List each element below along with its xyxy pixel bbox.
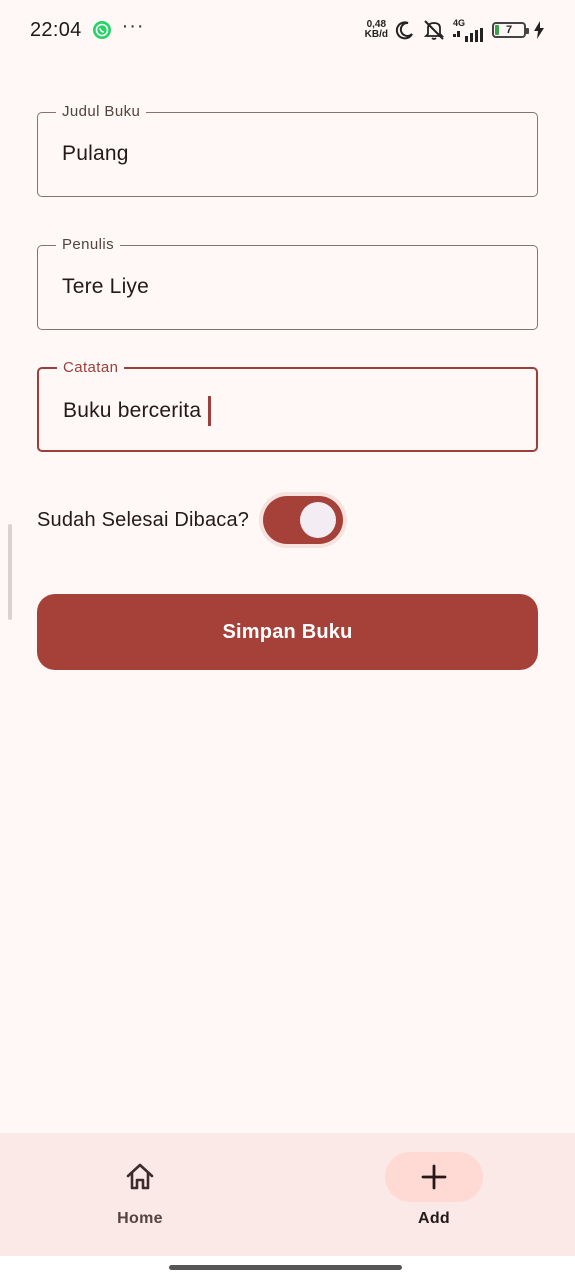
gesture-area: [0, 1256, 575, 1280]
author-field-label: Penulis: [56, 236, 120, 253]
author-field-value: Tere Liye: [62, 275, 150, 298]
plus-icon: [421, 1164, 447, 1190]
network-type: 4G: [453, 17, 466, 28]
notes-field-value-wrap: Buku bercerita: [63, 396, 211, 426]
text-cursor: [208, 396, 211, 426]
mute-icon: [423, 20, 445, 40]
nav-home-indicator: [91, 1152, 189, 1202]
more-notifications-icon: ···: [121, 15, 145, 37]
author-field[interactable]: Penulis Tere Liye: [37, 236, 538, 330]
battery-icon: 7: [492, 22, 529, 38]
battery-percent: 7: [505, 24, 513, 36]
notes-field-label: Catatan: [57, 359, 125, 376]
nav-item-home[interactable]: Home: [40, 1133, 240, 1256]
nav-item-add[interactable]: Add: [334, 1133, 534, 1256]
status-bar: 22:04 ··· 0,48 KB/d 4G 7: [0, 0, 575, 60]
home-icon: [126, 1163, 154, 1190]
speed-unit: KB/d: [364, 29, 388, 40]
finished-row: Sudah Selesai Dibaca?: [37, 494, 344, 546]
finished-label: Sudah Selesai Dibaca?: [37, 508, 250, 531]
title-field[interactable]: Judul Buku Pulang: [37, 103, 538, 197]
whatsapp-icon: [92, 21, 111, 39]
switch-thumb: [300, 502, 337, 538]
nav-add-label: Add: [417, 1210, 450, 1227]
bottom-navigation: Home Add: [0, 1133, 575, 1256]
save-book-button[interactable]: Simpan Buku: [37, 594, 538, 670]
signal-group: 4G: [453, 17, 485, 42]
signal-icon: [453, 27, 483, 42]
finished-switch[interactable]: [263, 496, 344, 544]
nav-add-indicator: [385, 1152, 483, 1202]
network-speed: 0,48 KB/d: [365, 20, 388, 40]
status-time: 22:04: [30, 18, 82, 41]
title-field-value: Pulang: [62, 142, 129, 165]
title-field-label: Judul Buku: [56, 103, 147, 120]
status-right: 0,48 KB/d 4G 7: [365, 17, 545, 42]
battery-level: [495, 25, 499, 35]
charging-icon: [534, 21, 544, 39]
nav-home-label: Home: [117, 1210, 163, 1227]
notes-field[interactable]: Catatan Buku bercerita: [37, 359, 538, 452]
notes-field-value: Buku bercerita: [63, 399, 202, 422]
edge-handle: [8, 524, 12, 620]
status-left: 22:04 ···: [30, 15, 145, 42]
gesture-bar[interactable]: [169, 1265, 402, 1270]
moon-icon: [395, 21, 413, 40]
